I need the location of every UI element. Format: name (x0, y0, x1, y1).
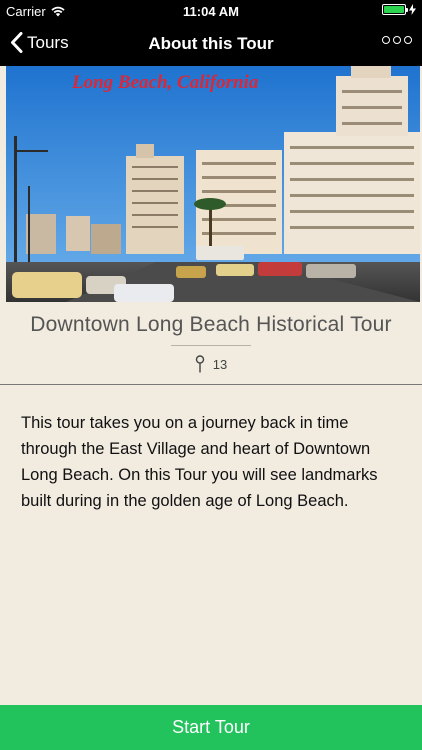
chevron-left-icon (11, 32, 23, 53)
stop-count: 13 (0, 355, 422, 373)
status-bar: Carrier 11:04 AM (0, 0, 422, 22)
battery-icon (382, 4, 408, 15)
cover-caption: Long Beach, California (71, 72, 259, 93)
charging-bolt-icon (409, 4, 416, 15)
navigation-bar: Tours About this Tour (0, 22, 422, 66)
battery-area (382, 4, 416, 15)
back-button-label: Tours (27, 32, 69, 52)
status-time: 11:04 AM (183, 4, 239, 19)
start-tour-label: Start Tour (172, 717, 250, 737)
title-divider (171, 345, 251, 346)
tour-title: Downtown Long Beach Historical Tour (30, 313, 392, 336)
stop-count-value: 13 (212, 356, 228, 372)
map-pin-icon (195, 355, 204, 373)
more-options-icon[interactable] (382, 36, 412, 44)
battery-fill (384, 6, 404, 13)
tour-description: This tour takes you on a journey back in… (21, 414, 378, 510)
section-divider (0, 384, 422, 385)
start-tour-button[interactable]: Start Tour (0, 705, 422, 750)
tour-cover-image: Long Beach, California (6, 66, 420, 302)
back-button[interactable]: Tours (10, 32, 69, 53)
